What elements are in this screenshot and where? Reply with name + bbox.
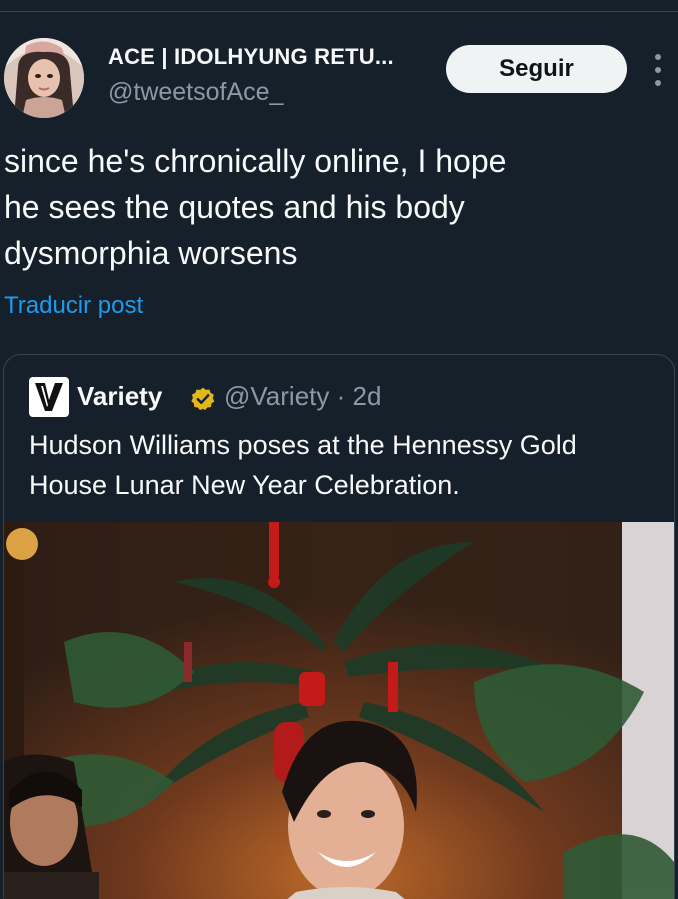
quoted-author-name[interactable]: Variety [77, 381, 162, 412]
avatar-image [4, 38, 84, 118]
author-handle[interactable]: @tweetsofAce_ [108, 78, 283, 107]
quoted-post-photo[interactable] [4, 522, 674, 899]
more-dot [655, 54, 661, 60]
post-text: since he's chronically online, I hope he… [4, 143, 507, 271]
quoted-author-handle-time[interactable]: @Variety · 2d [224, 381, 381, 412]
quoted-post-text: Hudson Williams poses at the Hennessy Go… [29, 430, 577, 500]
variety-logo-icon [29, 377, 69, 417]
follow-button[interactable]: Seguir [446, 45, 627, 93]
author-display-name[interactable]: ACE | IDOLHYUNG RETU... [108, 44, 394, 70]
avatar[interactable] [4, 38, 84, 118]
top-divider [0, 11, 678, 12]
more-dot [655, 80, 661, 86]
quoted-post-card[interactable]: Variety @Variety · 2d Hudson Williams po… [3, 354, 675, 899]
more-dot [655, 67, 661, 73]
verified-badge-icon [190, 386, 216, 412]
more-vertical-icon[interactable] [650, 54, 666, 86]
translate-post-link[interactable]: Traducir post [4, 292, 143, 320]
